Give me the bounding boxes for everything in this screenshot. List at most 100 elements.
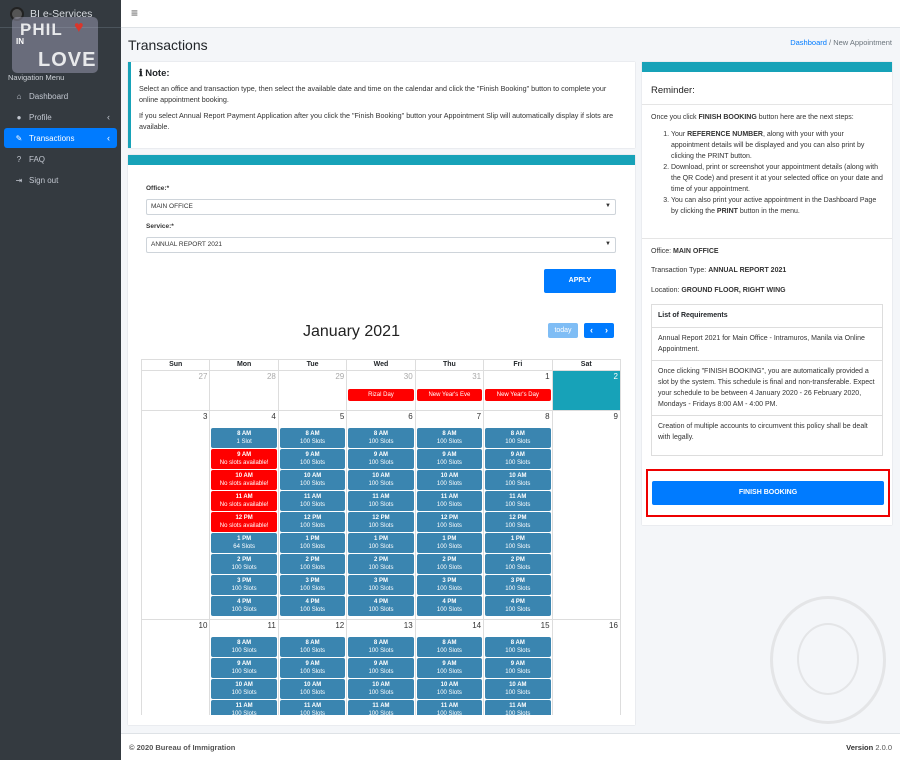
time-slot-event[interactable]: 8 AM 100 Slots [279,428,346,448]
time-slot-event[interactable]: 10 AM 100 Slots [279,470,346,490]
calendar-day-cell[interactable]: 28 [209,371,277,410]
holiday-event[interactable]: Rizal Day [348,389,414,401]
time-slot-event[interactable]: 2 PM 100 Slots [348,554,414,574]
time-slot-event[interactable]: 10 AM 100 Slots [211,679,277,699]
time-slot-event[interactable]: 4 PM 100 Slots [416,596,483,616]
time-slot-event[interactable]: 12 PM 100 Slots [416,512,483,532]
calendar-day-cell[interactable]: 9 [551,411,621,619]
time-slot-event[interactable]: 8 AM 100 Slots [348,428,414,448]
holiday-event[interactable]: New Year's Day [485,389,551,401]
time-slot-event[interactable]: 2 PM 100 Slots [211,554,277,574]
calendar-day-cell[interactable]: 31 New Year's Eve [414,371,483,410]
time-slot-event[interactable]: 3 PM 100 Slots [485,575,551,595]
calendar-day-cell[interactable]: 13 8 AM 100 Slots 9 AM 100 Slots 10 AM 100 Slo… [346,620,414,715]
time-slot-event[interactable]: 4 PM 100 Slots [348,596,414,616]
calendar-day-cell[interactable]: 12 8 AM 100 Slots 9 AM 100 Slots 10 AM 100 Slo… [277,620,346,715]
time-slot-event[interactable]: 10 AM 100 Slots [279,679,346,699]
calendar-day-cell[interactable]: 10 [141,620,209,715]
calendar-day-cell[interactable]: 16 [551,620,621,715]
time-slot-event[interactable]: 8 AM 100 Slots [485,637,551,657]
sidebar-item-transactions[interactable]: ✎ Transactions ‹ [4,128,117,148]
time-slot-event[interactable]: 10 AM 100 Slots [416,470,483,490]
time-slot-event[interactable]: 10 AM 100 Slots [348,470,414,490]
time-slot-event[interactable]: 10 AM 100 Slots [416,679,483,699]
time-slot-event[interactable]: 11 AM 100 Slots [416,491,483,511]
chevron-left-icon[interactable]: ‹ [584,323,599,338]
time-slot-event[interactable]: 11 AM 100 Slots [348,700,414,715]
time-slot-event[interactable]: 11 AM 100 Slots [348,491,414,511]
sidebar-item-dashboard[interactable]: ⌂ Dashboard [4,86,117,106]
time-slot-event[interactable]: 11 AM 100 Slots [485,700,551,715]
time-slot-event[interactable]: 9 AM 100 Slots [416,449,483,469]
time-slot-event[interactable]: 1 PM 100 Slots [348,533,414,553]
time-slot-event[interactable]: 12 PM 100 Slots [348,512,414,532]
time-slot-event[interactable]: 8 AM 100 Slots [416,428,483,448]
time-slot-event[interactable]: 2 PM 100 Slots [416,554,483,574]
time-slot-event[interactable]: 2 PM 100 Slots [485,554,551,574]
time-slot-event[interactable]: 8 AM 100 Slots [348,637,414,657]
calendar-day-cell[interactable]: 8 8 AM 100 Slots 9 AM 100 Slots 10 AM 100 Slot… [483,411,551,619]
time-slot-event[interactable]: 11 AM 100 Slots [279,491,346,511]
time-slot-event[interactable]: 12 PM 100 Slots [279,512,346,532]
time-slot-event[interactable]: 11 AM No slots available! [211,491,277,511]
time-slot-event[interactable]: 10 AM 100 Slots [348,679,414,699]
time-slot-event[interactable]: 11 AM 100 Slots [416,700,483,715]
time-slot-event[interactable]: 12 PM 100 Slots [485,512,551,532]
time-slot-event[interactable]: 1 PM 64 Slots [211,533,277,553]
time-slot-event[interactable]: 9 AM 100 Slots [348,449,414,469]
calendar-day-cell[interactable]: 7 8 AM 100 Slots 9 AM 100 Slots 10 AM 100 Slot… [414,411,483,619]
calendar-day-cell[interactable]: 30 Rizal Day [346,371,414,410]
sidebar-item-faq[interactable]: ? FAQ [4,149,117,169]
time-slot-event[interactable]: 11 AM 100 Slots [211,700,277,715]
calendar-day-cell[interactable]: 1 New Year's Day [483,371,551,410]
time-slot-event[interactable]: 8 AM 100 Slots [211,637,277,657]
time-slot-event[interactable]: 3 PM 100 Slots [348,575,414,595]
today-button[interactable]: today [548,323,578,338]
time-slot-event[interactable]: 11 AM 100 Slots [279,700,346,715]
calendar-day-cell[interactable]: 5 8 AM 100 Slots 9 AM 100 Slots 10 AM 100 Slot… [277,411,346,619]
time-slot-event[interactable]: 4 PM 100 Slots [211,596,277,616]
apply-button[interactable]: APPLY [544,269,616,293]
time-slot-event[interactable]: 9 AM 100 Slots [485,658,551,678]
time-slot-event[interactable]: 9 AM 100 Slots [416,658,483,678]
time-slot-event[interactable]: 3 PM 100 Slots [279,575,346,595]
office-select[interactable]: MAIN OFFICE ▼ [146,199,616,215]
time-slot-event[interactable]: 10 AM No slots available! [211,470,277,490]
time-slot-event[interactable]: 3 PM 100 Slots [416,575,483,595]
time-slot-event[interactable]: 9 AM 100 Slots [279,449,346,469]
calendar-day-cell[interactable]: 6 8 AM 100 Slots 9 AM 100 Slots 10 AM 100 Slot… [346,411,414,619]
time-slot-event[interactable]: 10 AM 100 Slots [485,470,551,490]
holiday-event[interactable]: New Year's Eve [416,389,483,401]
service-select[interactable]: ANNUAL REPORT 2021 ▼ [146,237,616,253]
time-slot-event[interactable]: 8 AM 100 Slots [279,637,346,657]
time-slot-event[interactable]: 8 AM 1 Slot [211,428,277,448]
calendar-day-cell[interactable]: 4 8 AM 1 Slot 9 AM No slots available! 10 AM N… [209,411,277,619]
calendar-day-cell[interactable]: 3 [141,411,209,619]
time-slot-event[interactable]: 9 AM 100 Slots [211,658,277,678]
calendar-day-cell[interactable]: 27 [141,371,209,410]
hamburger-menu-icon[interactable]: ≡ [131,6,138,20]
time-slot-event[interactable]: 10 AM 100 Slots [485,679,551,699]
time-slot-event[interactable]: 2 PM 100 Slots [279,554,346,574]
time-slot-event[interactable]: 12 PM No slots available! [211,512,277,532]
time-slot-event[interactable]: 9 AM 100 Slots [279,658,346,678]
time-slot-event[interactable]: 4 PM 100 Slots [485,596,551,616]
breadcrumb-dashboard-link[interactable]: Dashboard [790,38,827,47]
chevron-right-icon[interactable]: › [599,323,614,338]
time-slot-event[interactable]: 3 PM 100 Slots [211,575,277,595]
calendar-day-cell[interactable]: 29 [277,371,346,410]
sidebar-item-sign-out[interactable]: ⇥ Sign out [4,170,117,190]
time-slot-event[interactable]: 9 AM 100 Slots [485,449,551,469]
time-slot-event[interactable]: 1 PM 100 Slots [485,533,551,553]
time-slot-event[interactable]: 8 AM 100 Slots [416,637,483,657]
calendar-day-cell[interactable]: 14 8 AM 100 Slots 9 AM 100 Slots 10 AM 100 Slo… [414,620,483,715]
sidebar-item-profile[interactable]: ● Profile ‹ [4,107,117,127]
time-slot-event[interactable]: 1 PM 100 Slots [416,533,483,553]
time-slot-event[interactable]: 4 PM 100 Slots [279,596,346,616]
time-slot-event[interactable]: 9 AM 100 Slots [348,658,414,678]
finish-booking-button[interactable]: FINISH BOOKING [652,481,884,505]
calendar-day-cell[interactable]: 2 [551,371,621,410]
calendar-day-cell[interactable]: 11 8 AM 100 Slots 9 AM 100 Slots 10 AM 100 Slo… [209,620,277,715]
calendar-day-cell[interactable]: 15 8 AM 100 Slots 9 AM 100 Slots 10 AM 100 Slo… [483,620,551,715]
time-slot-event[interactable]: 9 AM No slots available! [211,449,277,469]
